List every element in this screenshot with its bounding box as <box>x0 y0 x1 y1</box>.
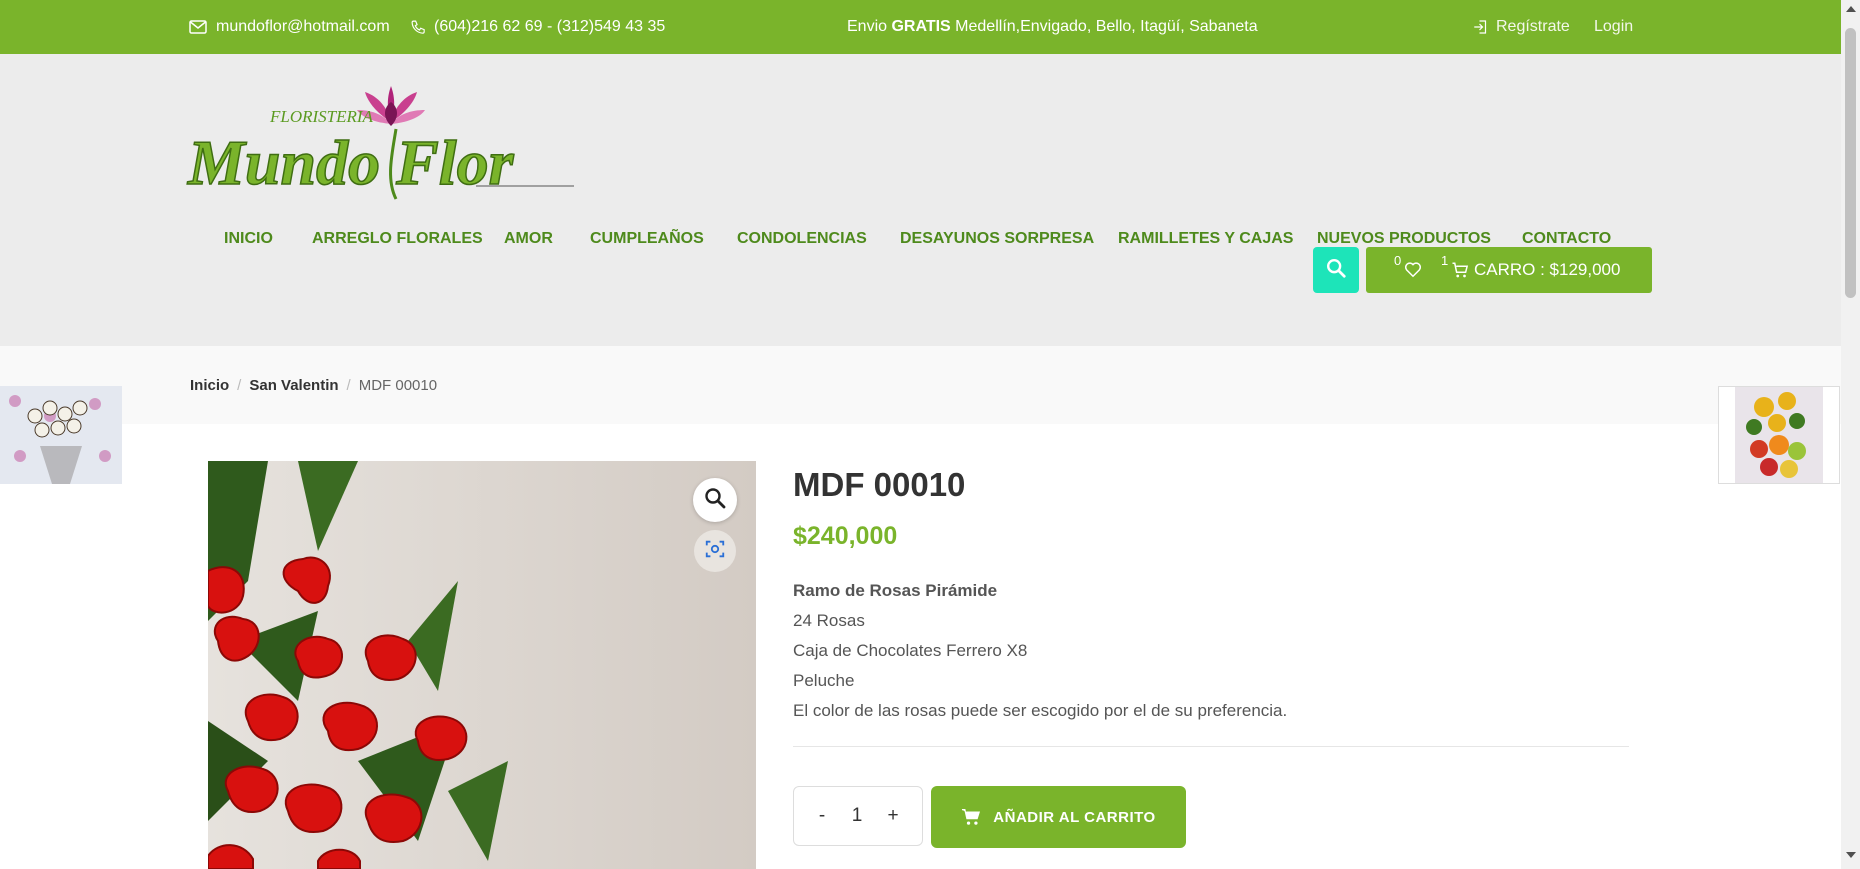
breadcrumb-separator: / <box>346 377 351 394</box>
envelope-icon <box>189 20 207 34</box>
scrollbar-thumb[interactable] <box>1845 28 1856 298</box>
nav-ramilletes-y-cajas[interactable]: RAMILLETES Y CAJAS <box>1118 230 1293 248</box>
search-button[interactable] <box>1313 247 1359 293</box>
nav-contacto[interactable]: CONTACTO <box>1522 230 1611 248</box>
add-to-cart-label: AÑADIR AL CARRITO <box>993 808 1156 826</box>
cart-icon <box>961 808 981 826</box>
view-in-space-button[interactable] <box>694 530 736 572</box>
description-line: Caja de Chocolates Ferrero X8 <box>793 641 1028 660</box>
breadcrumb-home[interactable]: Inicio <box>190 377 229 394</box>
breadcrumb-separator: / <box>237 377 242 394</box>
breadcrumb-category[interactable]: San Valentin <box>249 377 338 394</box>
scroll-down-arrow[interactable] <box>1846 852 1856 858</box>
wishlist-count: 0 <box>1394 253 1402 268</box>
product-title: MDF 00010 <box>793 466 966 503</box>
product-description: Ramo de Rosas Pirámide 24 Rosas Caja de … <box>793 576 1287 726</box>
phone-contact[interactable]: (604)216 62 69 - (312)549 43 35 <box>410 0 665 54</box>
description-line: El color de las rosas puede ser escogido… <box>793 701 1288 720</box>
phone-icon <box>410 19 427 36</box>
shipping-prefix: Envio <box>847 18 892 35</box>
heart-icon[interactable] <box>1404 261 1422 283</box>
add-to-cart-button[interactable]: AÑADIR AL CARRITO <box>931 786 1186 848</box>
product-price: $240,000 <box>793 522 898 550</box>
next-product-image <box>1719 387 1839 483</box>
nav-cumpleanos[interactable]: CUMPLEAÑOS <box>590 230 704 248</box>
shipping-notice: Envio GRATIS Medellín,Envigado, Bello, I… <box>847 0 1258 54</box>
previous-product-thumbnail[interactable] <box>0 386 122 484</box>
site-logo[interactable]: FLORISTERIA Mundo Flor <box>186 84 576 204</box>
quantity-stepper: - 1 + <box>793 786 923 846</box>
quantity-input[interactable]: 1 <box>840 787 874 845</box>
quantity-increment-button[interactable]: + <box>880 787 906 845</box>
shipping-cities: Medellín,Envigado, Bello, Itagüí, Sabane… <box>950 18 1258 35</box>
phone-text: (604)216 62 69 - (312)549 43 35 <box>434 18 666 35</box>
nav-arreglo-florales[interactable]: ARREGLO FLORALES <box>312 230 483 248</box>
logo-main-text: Mundo Flor <box>187 127 515 198</box>
login-label: Login <box>1594 18 1634 35</box>
cart-button[interactable]: 0 1 CARRO : $129,000 <box>1366 247 1652 293</box>
nav-amor[interactable]: AMOR <box>504 230 553 248</box>
login-link[interactable]: Login <box>1594 0 1633 54</box>
sign-in-icon <box>1472 18 1490 36</box>
next-product-thumbnail[interactable] <box>1718 386 1840 484</box>
nav-inicio[interactable]: INICIO <box>224 230 273 248</box>
description-line: Peluche <box>793 671 855 690</box>
nav-condolencias[interactable]: CONDOLENCIAS <box>737 230 867 248</box>
breadcrumb: Inicio / San Valentin / MDF 00010 <box>190 377 437 394</box>
search-icon <box>1325 257 1347 284</box>
shipping-free: GRATIS <box>891 18 951 35</box>
email-text: mundoflor@hotmail.com <box>216 18 390 35</box>
description-line: 24 Rosas <box>793 611 865 630</box>
divider <box>793 746 1629 747</box>
product-image[interactable] <box>208 461 756 869</box>
cart-icon <box>1451 261 1469 284</box>
quantity-decrement-button[interactable]: - <box>810 787 834 845</box>
site-header: FLORISTERIA Mundo Flor INICIO ARREGLO FL… <box>0 54 1841 346</box>
previous-product-image <box>0 386 122 484</box>
cart-total-label: CARRO : $129,000 <box>1474 260 1621 279</box>
email-contact[interactable]: mundoflor@hotmail.com <box>189 0 390 54</box>
scan-icon <box>704 538 726 565</box>
breadcrumb-current: MDF 00010 <box>358 377 438 394</box>
logo-graphic: FLORISTERIA Mundo Flor <box>186 86 574 200</box>
nav-nuevos-productos[interactable]: NUEVOS PRODUCTOS <box>1317 230 1491 248</box>
cart-count: 1 <box>1441 253 1449 268</box>
register-link[interactable]: Regístrate <box>1472 0 1570 54</box>
nav-desayunos-sorpresa[interactable]: DESAYUNOS SORPRESA <box>900 230 1094 248</box>
magnifier-icon <box>703 486 727 515</box>
description-title: Ramo de Rosas Pirámide <box>793 581 998 600</box>
scroll-up-arrow[interactable] <box>1846 6 1856 12</box>
roses-photo <box>208 461 756 869</box>
top-bar: mundoflor@hotmail.com (604)216 62 69 - (… <box>0 0 1841 54</box>
zoom-button[interactable] <box>693 478 737 522</box>
page-scrollbar[interactable] <box>1841 0 1860 869</box>
register-label: Regístrate <box>1496 18 1570 35</box>
logo-small-text: FLORISTERIA <box>269 107 374 126</box>
